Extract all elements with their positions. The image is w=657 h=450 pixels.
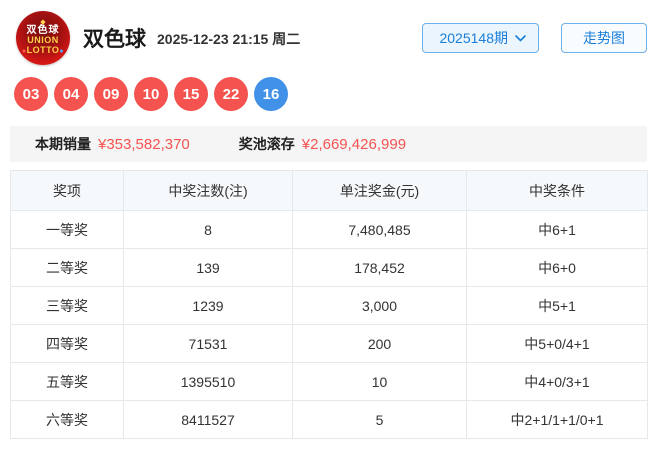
logo-blue-ball-icon: ● bbox=[59, 47, 65, 55]
table-row: 二等奖 139 178,452 中6+0 bbox=[10, 248, 648, 287]
draw-datetime: 2025-12-23 21:15 周二 bbox=[157, 30, 301, 47]
sales-group: 本期销量 ¥353,582,370 bbox=[35, 134, 190, 154]
red-ball: 15 bbox=[174, 77, 208, 111]
red-ball: 09 bbox=[94, 77, 128, 111]
table-cell-prize: 六等奖 bbox=[10, 400, 124, 439]
prize-table: 奖项 中奖注数(注) 单注奖金(元) 中奖条件 一等奖 8 7,480,485 中6+1 二等… bbox=[10, 170, 648, 439]
lottery-results-page: ◆ 双色球 UNION ●LOTTO● 双色球 2025-12-23 21:15… bbox=[0, 0, 657, 450]
winning-numbers: 03 04 09 10 15 22 16 bbox=[14, 77, 657, 111]
sales-value: ¥353,582,370 bbox=[98, 135, 190, 153]
pool-group: 奖池滚存 ¥2,669,426,999 bbox=[239, 134, 406, 154]
union-lotto-logo-icon: ◆ 双色球 UNION ●LOTTO● bbox=[16, 10, 70, 65]
table-cell-amount: 10 bbox=[292, 362, 467, 401]
trend-chart-button[interactable]: 走势图 bbox=[561, 22, 647, 53]
blue-ball: 16 bbox=[254, 77, 288, 111]
table-cell-condition: 中5+1 bbox=[466, 286, 648, 325]
table-cell-winners: 8 bbox=[123, 210, 293, 249]
table-cell-prize: 五等奖 bbox=[10, 362, 124, 401]
table-cell-amount: 5 bbox=[292, 400, 467, 439]
table-cell-condition: 中2+1/1+1/0+1 bbox=[466, 400, 648, 439]
table-row: 四等奖 71531 200 中5+0/4+1 bbox=[10, 324, 648, 363]
pool-value: ¥2,669,426,999 bbox=[301, 135, 407, 153]
red-ball: 03 bbox=[14, 77, 48, 111]
table-cell-condition: 中4+0/3+1 bbox=[466, 362, 648, 401]
header: ◆ 双色球 UNION ●LOTTO● 双色球 2025-12-23 21:15… bbox=[0, 0, 657, 66]
table-cell-winners: 1239 bbox=[123, 286, 293, 325]
header-actions: 2025148期 走势图 bbox=[422, 22, 647, 53]
period-dropdown-value: 2025148期 bbox=[439, 29, 508, 46]
pool-label: 奖池滚存 bbox=[238, 136, 295, 152]
table-cell-winners: 8411527 bbox=[123, 400, 293, 439]
table-row: 五等奖 1395510 10 中4+0/3+1 bbox=[10, 362, 648, 401]
table-cell-amount: 3,000 bbox=[292, 286, 467, 325]
red-ball: 04 bbox=[54, 77, 88, 111]
period-dropdown[interactable]: 2025148期 bbox=[422, 22, 539, 53]
stats-bar: 本期销量 ¥353,582,370 奖池滚存 ¥2,669,426,999 bbox=[10, 126, 647, 162]
red-ball: 22 bbox=[214, 77, 248, 111]
table-row: 三等奖 1239 3,000 中5+1 bbox=[10, 286, 648, 325]
table-cell-condition: 中6+0 bbox=[466, 248, 648, 287]
page-title: 双色球 bbox=[83, 27, 146, 51]
chevron-down-icon bbox=[515, 35, 526, 42]
table-row: 六等奖 8411527 5 中2+1/1+1/0+1 bbox=[10, 400, 648, 439]
table-cell-amount: 178,452 bbox=[292, 248, 467, 287]
table-cell-prize: 一等奖 bbox=[10, 210, 124, 249]
column-header: 奖项 bbox=[10, 170, 124, 211]
table-header-row: 奖项 中奖注数(注) 单注奖金(元) 中奖条件 bbox=[10, 170, 648, 211]
column-header: 单注奖金(元) bbox=[292, 170, 467, 211]
table-row: 一等奖 8 7,480,485 中6+1 bbox=[10, 210, 648, 249]
table-cell-winners: 1395510 bbox=[123, 362, 293, 401]
column-header: 中奖条件 bbox=[466, 170, 648, 211]
column-header: 中奖注数(注) bbox=[123, 170, 293, 211]
table-cell-condition: 中5+0/4+1 bbox=[466, 324, 648, 363]
table-cell-condition: 中6+1 bbox=[466, 210, 648, 249]
table-cell-winners: 71531 bbox=[123, 324, 293, 363]
red-ball: 10 bbox=[134, 77, 168, 111]
table-cell-amount: 200 bbox=[292, 324, 467, 363]
table-cell-amount: 7,480,485 bbox=[292, 210, 467, 249]
table-cell-winners: 139 bbox=[123, 248, 293, 287]
table-cell-prize: 二等奖 bbox=[10, 248, 124, 287]
logo-line3: ●LOTTO● bbox=[21, 44, 65, 55]
prize-table-body: 一等奖 8 7,480,485 中6+1 二等奖 139 178,452 中6+0 三等奖 123… bbox=[10, 210, 648, 439]
sales-label: 本期销量 bbox=[35, 136, 91, 152]
table-cell-prize: 四等奖 bbox=[10, 324, 124, 363]
table-cell-prize: 三等奖 bbox=[10, 286, 124, 325]
